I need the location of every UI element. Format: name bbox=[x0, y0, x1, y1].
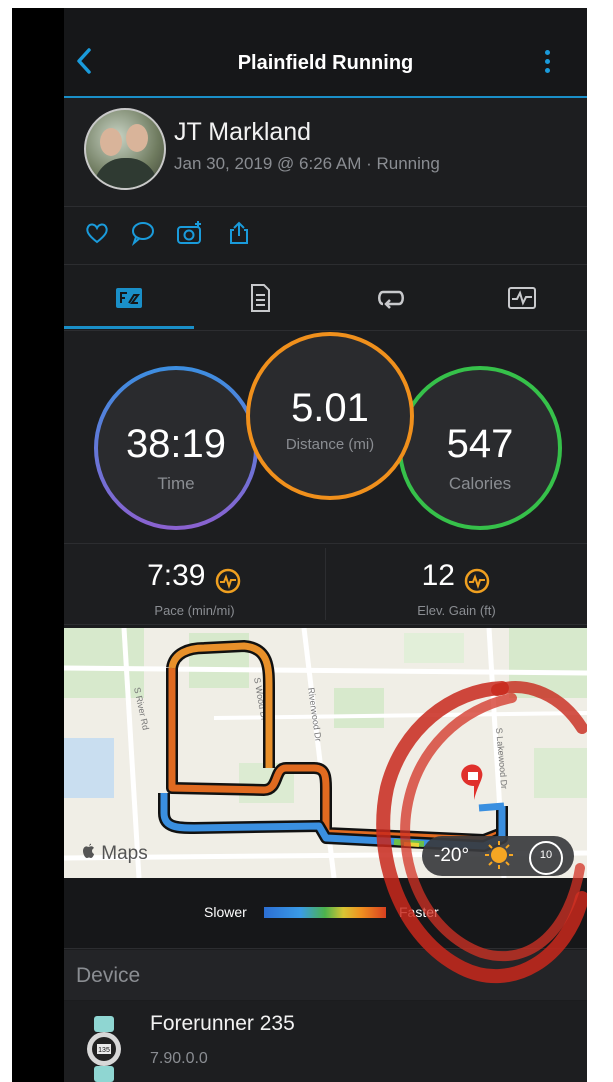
share-icon[interactable] bbox=[226, 220, 252, 246]
pace-label: Pace (min/mi) bbox=[154, 603, 235, 618]
time-stat: 38:19 Time bbox=[92, 364, 260, 532]
distance-value: 5.01 bbox=[291, 386, 369, 430]
tab-details[interactable] bbox=[195, 266, 325, 330]
tab-charts[interactable] bbox=[457, 266, 587, 330]
more-options-icon[interactable] bbox=[538, 50, 556, 80]
elevation-stat: 12 Elev. Gain (ft) bbox=[326, 553, 587, 623]
stats-tab-icon bbox=[116, 288, 142, 308]
maps-attribution[interactable]: Maps bbox=[82, 843, 148, 865]
avatar[interactable] bbox=[84, 108, 166, 190]
chart-icon bbox=[508, 287, 536, 309]
device-version: 7.90.0.0 bbox=[150, 1050, 208, 1067]
calories-stat: 547 Calories bbox=[396, 364, 564, 532]
time-value: 38:19 bbox=[125, 422, 227, 466]
calories-label: Calories bbox=[448, 474, 512, 493]
device-section-title: Device bbox=[76, 964, 141, 987]
page-title: Plainfield Running bbox=[237, 52, 414, 74]
active-tab-indicator bbox=[64, 326, 194, 329]
activity-meta: Jan 30, 2019 @ 6:26 AM · Running bbox=[174, 154, 440, 173]
distance-stat: 5.01 Distance (mi) bbox=[244, 330, 416, 502]
user-name[interactable]: JT Markland bbox=[174, 118, 311, 147]
calories-value: 547 bbox=[446, 422, 514, 466]
maps-label: Maps bbox=[101, 843, 148, 864]
elevation-label: Elev. Gain (ft) bbox=[417, 603, 496, 618]
device-name: Forerunner 235 bbox=[150, 1012, 295, 1035]
like-heart-icon[interactable] bbox=[84, 220, 110, 246]
elevation-chart-icon[interactable] bbox=[463, 567, 491, 595]
time-label: Time bbox=[157, 474, 195, 493]
document-icon bbox=[251, 284, 270, 312]
pace-stat: 7:39 Pace (min/mi) bbox=[64, 553, 325, 623]
legend-slower-label: Slower bbox=[204, 904, 247, 920]
tab-laps[interactable] bbox=[326, 266, 456, 330]
phone-screen: Plainfield Running JT Markland Jan 30, 2… bbox=[12, 8, 587, 1082]
device-row[interactable] bbox=[64, 1001, 587, 1082]
elevation-value: 12 bbox=[421, 559, 455, 592]
apple-logo-icon bbox=[83, 843, 94, 858]
add-photo-icon[interactable] bbox=[176, 220, 202, 246]
watch-icon: 135 bbox=[86, 1016, 122, 1082]
svg-text:135: 135 bbox=[98, 1047, 110, 1054]
laps-icon bbox=[378, 290, 404, 309]
red-annotation-circle bbox=[376, 681, 587, 984]
pace-chart-icon[interactable] bbox=[214, 567, 242, 595]
comment-icon[interactable] bbox=[130, 220, 156, 247]
pace-value: 7:39 bbox=[147, 559, 206, 592]
status-bar bbox=[64, 8, 587, 30]
tab-stats[interactable] bbox=[64, 266, 194, 330]
distance-label: Distance (mi) bbox=[285, 436, 375, 453]
